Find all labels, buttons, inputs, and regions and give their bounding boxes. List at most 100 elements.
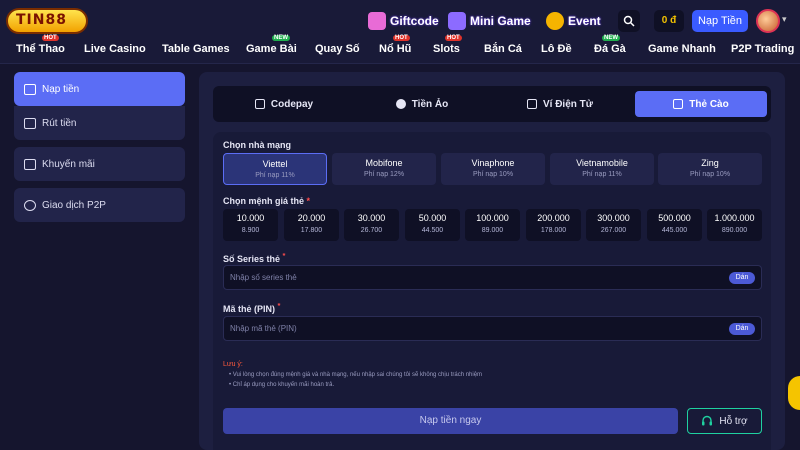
amount-option[interactable]: 1.000.000 890.000: [707, 209, 762, 241]
sidebar-item-nap-tien[interactable]: Nạp tiền: [14, 72, 185, 106]
amount-option[interactable]: 100.000 89.000: [465, 209, 520, 241]
sidebar-item-label: Nạp tiền: [42, 83, 80, 95]
tab-the-cao[interactable]: Thẻ Cào: [635, 91, 767, 117]
tab-label: Ví Điện Tử: [542, 98, 594, 110]
site-logo[interactable]: TIN88: [6, 6, 92, 36]
nav-label: Bắn Cá: [484, 43, 522, 55]
amount-value: 50.000: [418, 213, 447, 223]
tab-label: Thẻ Cào: [689, 98, 729, 110]
serial-label: Số Series thẻ *: [223, 251, 285, 264]
payment-method-tabs: Codepay Tiền Ảo Ví Điện Tử Thẻ Cào: [213, 86, 771, 122]
nav-label: Nổ Hũ: [379, 43, 412, 55]
amount-paid: 26.700: [360, 227, 383, 234]
serial-input[interactable]: [230, 266, 710, 289]
paste-button[interactable]: Dán: [729, 272, 755, 284]
carrier-name: Vinaphone: [471, 158, 515, 168]
amount-paid: 44.500: [421, 227, 444, 234]
tab-tien-ao[interactable]: Tiền Ảo: [357, 91, 487, 117]
search-icon: [623, 15, 635, 27]
amount-option[interactable]: 200.000 178.000: [526, 209, 581, 241]
mini-game-label: Mini Game: [470, 14, 531, 28]
carrier-option-zing[interactable]: Zing Phí nạp 10%: [658, 153, 762, 185]
amount-label-text: Chọn mệnh giá thẻ: [223, 196, 304, 206]
amount-option[interactable]: 20.000 17.800: [284, 209, 339, 241]
nav-item-quay-so[interactable]: Quay Số: [315, 43, 360, 55]
nav-item-live-casino[interactable]: Live Casino: [84, 43, 146, 55]
amount-option[interactable]: 300.000 267.000: [586, 209, 641, 241]
submit-deposit-button[interactable]: Nạp tiền ngay: [223, 408, 678, 434]
carrier-option-viettel[interactable]: Viettel Phí nạp 11%: [223, 153, 327, 185]
hot-badge: HOT: [393, 35, 410, 41]
nav-item-slots[interactable]: Slots HOT: [433, 35, 462, 55]
amount-paid: 267.000: [600, 227, 627, 234]
note-line: • Chỉ áp dụng cho khuyến mãi hoàn trả.: [229, 382, 335, 388]
scan-icon: [254, 99, 265, 109]
safe-icon: [24, 117, 36, 129]
sidebar-item-label: Rút tiền: [42, 117, 77, 129]
amount-paid: 890.000: [721, 227, 748, 234]
carrier-option-mobifone[interactable]: Mobifone Phí nạp 12%: [332, 153, 436, 185]
support-label: Hỗ trợ: [719, 415, 748, 427]
nav-item-the-thao[interactable]: Thể Thao HOT: [16, 35, 65, 55]
tab-label: Codepay: [270, 98, 314, 110]
amount-value: 30.000: [357, 213, 386, 223]
sidebar-item-giao-dich-p2p[interactable]: Giao dịch P2P: [14, 188, 185, 222]
users-icon: [24, 199, 36, 211]
paste-button[interactable]: Dán: [729, 323, 755, 335]
amount-option[interactable]: 50.000 44.500: [405, 209, 460, 241]
amount-value: 20.000: [297, 213, 326, 223]
tab-codepay[interactable]: Codepay: [219, 91, 349, 117]
nav-label: Game Nhanh: [648, 43, 716, 55]
headset-icon: [702, 415, 713, 426]
sidebar-item-rut-tien[interactable]: Rút tiền: [14, 106, 185, 140]
serial-field: Dán: [223, 265, 762, 290]
nav-item-game-bai[interactable]: Game Bài NEW: [246, 35, 297, 55]
pin-field: Dán: [223, 316, 762, 341]
nav-item-p2p-trading[interactable]: P2P Trading: [731, 43, 794, 55]
nav-item-no-hu[interactable]: Nổ Hũ HOT: [379, 35, 412, 55]
nav-item-ban-ca[interactable]: Bắn Cá: [484, 43, 522, 55]
carrier-option-vietnamobile[interactable]: Vietnamobile Phí nạp 11%: [550, 153, 654, 185]
nav-label: Lô Đề: [541, 43, 572, 55]
nav-item-table-games[interactable]: Table Games: [162, 43, 230, 55]
amount-value: 200.000: [537, 213, 570, 223]
chevron-down-icon[interactable]: ▾: [782, 14, 787, 25]
top-header: TIN88 Giftcode Mini Game Event 0 đ Nạp T…: [0, 0, 800, 64]
avatar[interactable]: [756, 9, 780, 33]
chat-widget-button[interactable]: [788, 376, 800, 410]
deposit-main-panel: Codepay Tiền Ảo Ví Điện Tử Thẻ Cào Chọn …: [199, 72, 785, 450]
event-link[interactable]: Event: [546, 10, 601, 32]
tab-vi-dien-tu[interactable]: Ví Điện Tử: [495, 91, 625, 117]
giftcode-link[interactable]: Giftcode: [368, 10, 439, 32]
giftcode-label: Giftcode: [390, 14, 439, 28]
header-deposit-button[interactable]: Nạp Tiền: [692, 10, 748, 32]
carrier-fee: Phí nạp 12%: [363, 171, 405, 178]
tab-label: Tiền Ảo: [411, 98, 449, 110]
carrier-name: Mobifone: [365, 158, 403, 168]
nav-item-game-nhanh[interactable]: Game Nhanh: [648, 43, 716, 55]
sidebar-item-khuyen-mai[interactable]: Khuyến mãi: [14, 147, 185, 181]
search-button[interactable]: [618, 10, 640, 32]
amount-paid: 17.800: [300, 227, 323, 234]
amount-option[interactable]: 500.000 445.000: [647, 209, 702, 241]
hot-badge: HOT: [42, 35, 59, 41]
nav-label: Live Casino: [84, 43, 146, 55]
balance-display: 0 đ: [654, 10, 684, 32]
note-line: • Vui lòng chọn đúng mệnh giá và nhà mạn…: [229, 372, 483, 378]
carrier-option-vinaphone[interactable]: Vinaphone Phí nạp 10%: [441, 153, 545, 185]
carrier-name: Viettel: [262, 159, 288, 169]
carrier-fee: Phí nạp 11%: [582, 171, 622, 178]
support-button[interactable]: Hỗ trợ: [687, 408, 762, 434]
amount-option[interactable]: 30.000 26.700: [344, 209, 399, 241]
required-mark: *: [277, 301, 281, 310]
pin-input[interactable]: [230, 317, 710, 340]
note-title: Lưu ý:: [223, 361, 243, 368]
nav-item-lo-de[interactable]: Lô Đề: [541, 43, 572, 55]
amount-option[interactable]: 10.000 8.900: [223, 209, 278, 241]
nav-label: Game Bài: [246, 43, 297, 55]
nav-item-da-ga[interactable]: Đá Gà NEW: [594, 35, 626, 55]
nav-label: Table Games: [162, 43, 230, 55]
mini-game-link[interactable]: Mini Game: [448, 10, 531, 32]
amount-value: 500.000: [658, 213, 691, 223]
serial-label-text: Số Series thẻ: [223, 254, 281, 264]
